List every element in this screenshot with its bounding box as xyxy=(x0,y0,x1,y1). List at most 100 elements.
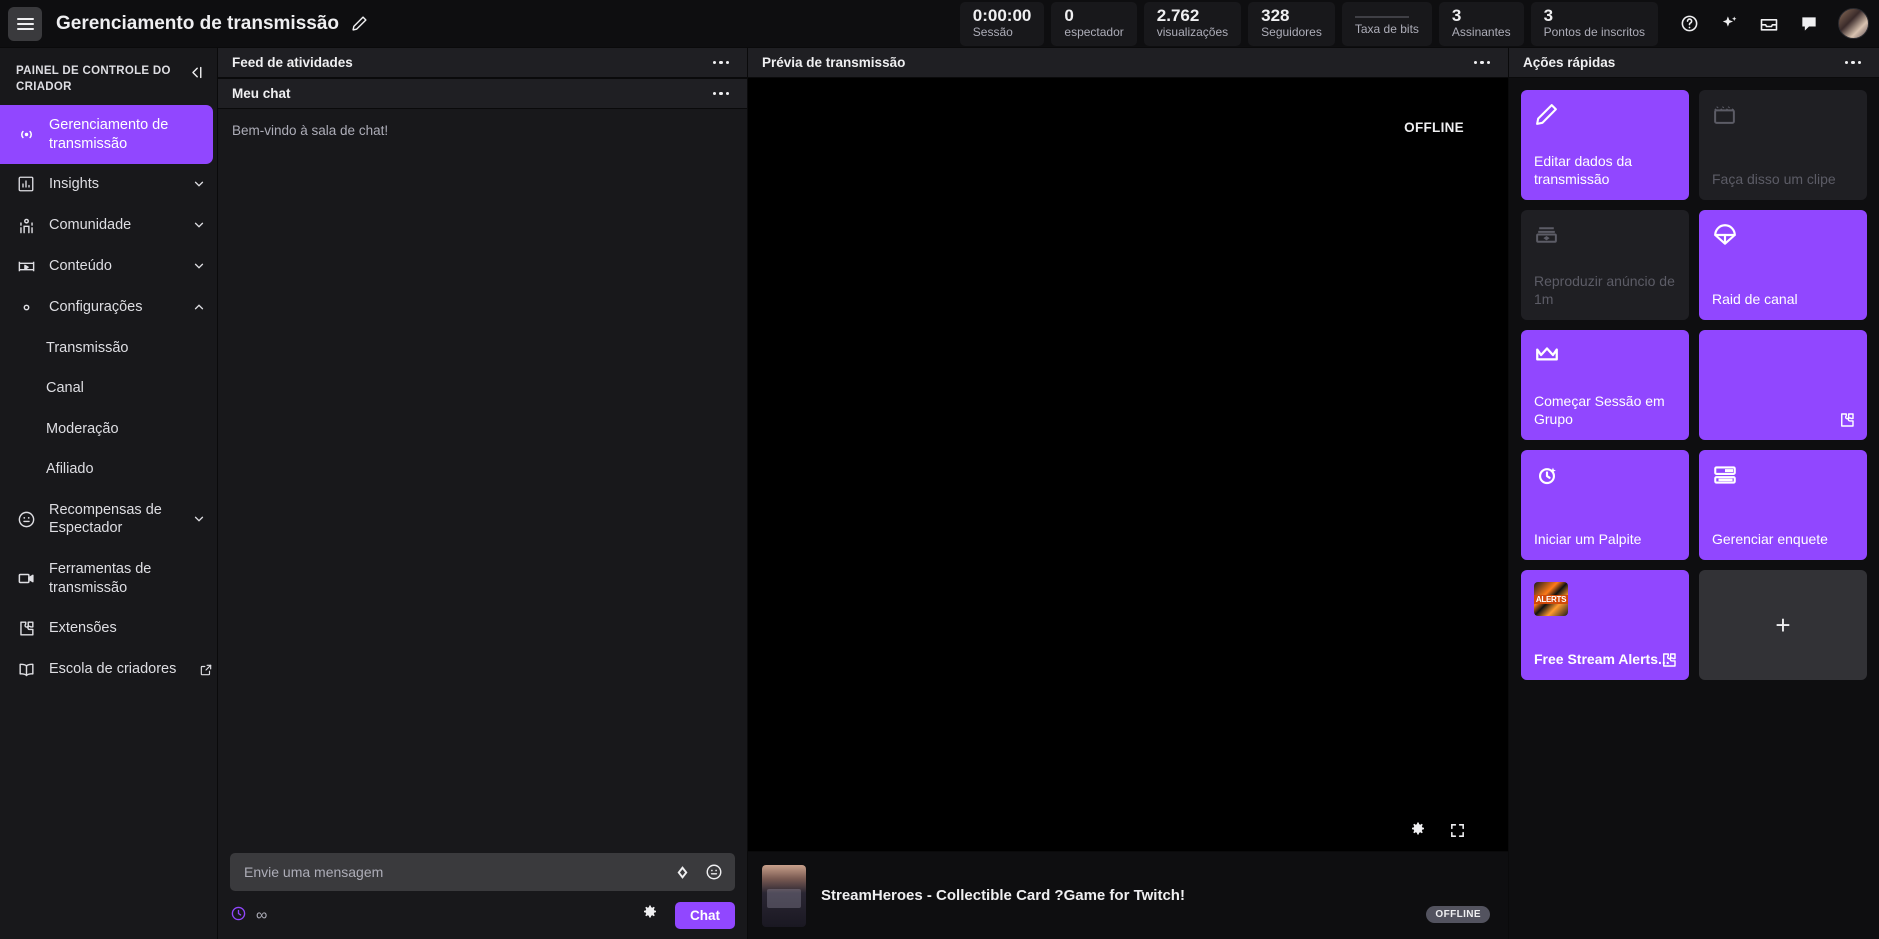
sparkle-icon[interactable] xyxy=(1718,13,1740,35)
sidebar-item-moderation[interactable]: Moderação xyxy=(0,409,217,450)
fullscreen-icon[interactable] xyxy=(1449,822,1466,839)
bits-icon[interactable] xyxy=(674,864,691,881)
quick-action-raid-channel[interactable]: Raid de canal xyxy=(1699,210,1867,320)
collapse-sidebar-icon[interactable] xyxy=(186,62,207,88)
broadcast-icon xyxy=(16,125,36,144)
stat-label: Sessão xyxy=(973,25,1013,39)
sidebar-item-label: Extensões xyxy=(49,619,207,638)
chat-header: Meu chat xyxy=(218,79,747,109)
alerts-thumbnail: ALERTS xyxy=(1534,582,1568,616)
quick-action-manage-poll[interactable]: Gerenciar enquete xyxy=(1699,450,1867,560)
sidebar-item-label: Configurações xyxy=(49,298,178,317)
quick-action-free-stream-alerts[interactable]: ALERTS Free Stream Alerts... xyxy=(1521,570,1689,680)
stat-views[interactable]: 2.762 visualizações xyxy=(1144,2,1241,46)
gear-icon[interactable] xyxy=(1409,821,1427,839)
sidebar-item-label: Ferramentas de transmissão xyxy=(49,560,207,597)
chevron-down-icon xyxy=(191,512,207,526)
crown-icon xyxy=(1534,342,1676,372)
chart-icon xyxy=(16,175,36,193)
more-options-icon[interactable] xyxy=(1470,57,1495,69)
stream-stats: 0:00:00 Sessão 0 espectador 2.762 visual… xyxy=(960,2,1658,46)
video-preview[interactable]: OFFLINE xyxy=(748,78,1508,851)
stat-subscribers[interactable]: 3 Assinantes xyxy=(1439,2,1524,46)
stat-value: 2.762 xyxy=(1157,6,1200,26)
chat-mode-controls: ∞ xyxy=(230,905,267,927)
sidebar-item-label: Conteúdo xyxy=(49,257,178,276)
help-icon[interactable] xyxy=(1678,13,1700,35)
header-actions xyxy=(1678,8,1869,39)
gear-icon xyxy=(16,298,36,317)
quick-action-edit-stream-info[interactable]: Editar dados da transmissão xyxy=(1521,90,1689,200)
stat-label: Assinantes xyxy=(1452,25,1511,39)
quick-action-label: Raid de canal xyxy=(1712,290,1854,308)
clip-icon xyxy=(1712,102,1854,132)
sidebar-item-settings[interactable]: Configurações xyxy=(0,287,217,328)
chat-controls: ∞ Chat xyxy=(230,902,735,929)
panel-title: Meu chat xyxy=(232,86,291,101)
sidebar-item-content[interactable]: Conteúdo xyxy=(0,246,217,287)
sidebar-item-channel[interactable]: Canal xyxy=(0,368,217,409)
sidebar-item-insights[interactable]: Insights xyxy=(0,164,217,205)
stat-session[interactable]: 0:00:00 Sessão xyxy=(960,2,1045,46)
sidebar-nav: Gerenciamento de transmissão Insights xyxy=(0,105,217,690)
stat-value: 328 xyxy=(1261,6,1289,26)
stat-followers[interactable]: 328 Seguidores xyxy=(1248,2,1335,46)
chat-send-controls: Chat xyxy=(641,902,735,929)
extension-icon xyxy=(1838,411,1856,429)
more-options-icon[interactable] xyxy=(709,57,734,69)
chevron-down-icon xyxy=(191,218,207,232)
preview-header: Prévia de transmissão xyxy=(748,48,1508,78)
quick-action-extension-tile[interactable] xyxy=(1699,330,1867,440)
stat-value: 0:00:00 xyxy=(973,6,1032,26)
quick-action-add[interactable]: + xyxy=(1699,570,1867,680)
hamburger-icon[interactable] xyxy=(8,7,42,41)
quick-action-start-squad-stream[interactable]: Começar Sessão em Grupo xyxy=(1521,330,1689,440)
sidebar-item-label: Gerenciamento de transmissão xyxy=(49,116,203,153)
panel-title: Ações rápidas xyxy=(1523,55,1615,70)
activity-feed-header: Feed de atividades xyxy=(218,48,747,78)
sidebar-item-viewer-rewards[interactable]: Recompensas de Espectador xyxy=(0,490,217,549)
sidebar-item-transmission[interactable]: Transmissão xyxy=(0,328,217,369)
pencil-icon[interactable] xyxy=(351,15,368,32)
slow-mode-icon[interactable] xyxy=(230,905,247,927)
pencil-icon xyxy=(1534,102,1676,132)
more-options-icon[interactable] xyxy=(1841,57,1866,69)
send-chat-button[interactable]: Chat xyxy=(675,902,735,929)
quick-action-run-ad: Reproduzir anúncio de 1m xyxy=(1521,210,1689,320)
chat-input[interactable]: Envie uma mensagem xyxy=(230,853,735,891)
creator-dashboard: Gerenciamento de transmissão 0:00:00 Ses… xyxy=(0,0,1879,939)
sidebar-item-label: Moderação xyxy=(46,420,207,439)
left-column: Feed de atividades Meu chat Bem-vindo à … xyxy=(218,48,748,939)
empty-value-dash xyxy=(1355,16,1409,18)
sidebar-item-stream-tools[interactable]: Ferramentas de transmissão xyxy=(0,549,217,608)
gear-icon[interactable] xyxy=(641,904,659,927)
stat-bitrate[interactable]: Taxa de bits xyxy=(1342,2,1432,46)
quick-actions-header: Ações rápidas xyxy=(1509,48,1879,78)
sidebar-item-affiliate[interactable]: Afiliado xyxy=(0,449,217,490)
emote-icon[interactable] xyxy=(705,863,723,881)
stat-viewers[interactable]: 0 espectador xyxy=(1051,2,1136,46)
money-icon xyxy=(1534,222,1676,252)
quick-action-start-prediction[interactable]: Iniciar um Palpite xyxy=(1521,450,1689,560)
panel-title: Prévia de transmissão xyxy=(762,55,905,70)
sidebar-item-creator-camp[interactable]: Escola de criadores xyxy=(0,649,217,690)
stat-label: espectador xyxy=(1064,25,1123,39)
sidebar-item-label: Transmissão xyxy=(46,339,207,358)
sidebar-item-community[interactable]: Comunidade xyxy=(0,205,217,246)
sidebar-item-extensions[interactable]: Extensões xyxy=(0,608,217,649)
alerts-thumb-icon: ALERTS xyxy=(1534,582,1676,612)
quick-action-label: Iniciar um Palpite xyxy=(1534,530,1676,548)
quick-action-label: Reproduzir anúncio de 1m xyxy=(1534,272,1676,308)
more-options-icon[interactable] xyxy=(709,88,734,100)
whispers-icon[interactable] xyxy=(1798,13,1820,35)
stream-info-bar: StreamHeroes - Collectible Card ?Game fo… xyxy=(748,851,1508,939)
infinity-label: ∞ xyxy=(256,908,267,924)
stream-title: StreamHeroes - Collectible Card ?Game fo… xyxy=(821,887,1185,904)
stat-sub-points[interactable]: 3 Pontos de inscritos xyxy=(1531,2,1658,46)
avatar[interactable] xyxy=(1838,8,1869,39)
quick-actions-grid: Editar dados da transmissão Faça disso u… xyxy=(1509,78,1879,692)
content-icon xyxy=(16,257,36,276)
sidebar-item-stream-manager[interactable]: Gerenciamento de transmissão xyxy=(0,105,213,164)
quick-actions-column: Ações rápidas Editar dados da transmissã… xyxy=(1509,48,1879,939)
inbox-icon[interactable] xyxy=(1758,13,1780,35)
